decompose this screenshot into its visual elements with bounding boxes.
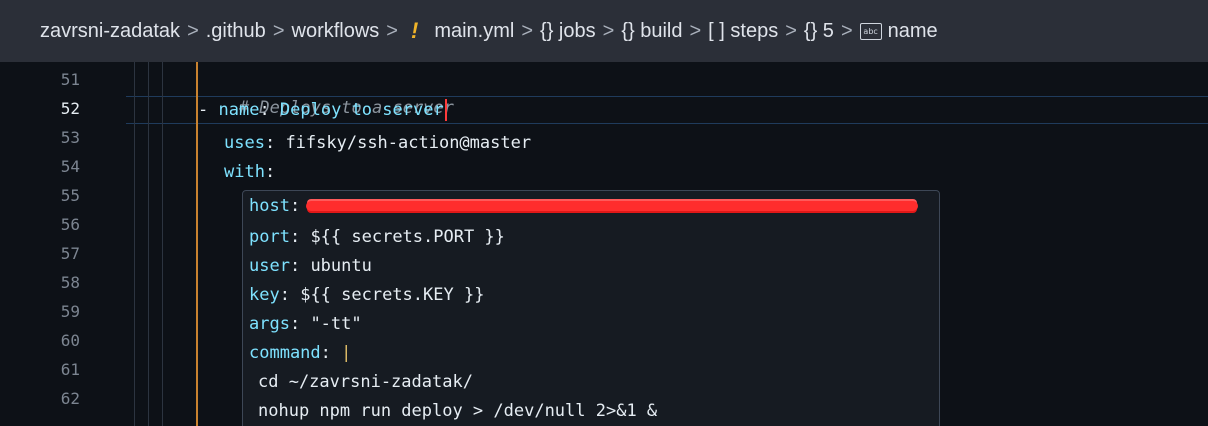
- command-text: nohup npm run deploy > /dev/null 2>&1 &: [258, 401, 658, 421]
- yaml-key-key: key: [249, 285, 280, 305]
- breadcrumb-node-steps[interactable]: [ ] steps: [708, 20, 778, 43]
- breadcrumb-node-name[interactable]: abc name: [859, 19, 938, 43]
- yaml-key-user: user: [249, 256, 290, 276]
- yaml-key-name: name: [218, 100, 260, 120]
- breadcrumb-node-5[interactable]: {} 5: [804, 20, 834, 43]
- yaml-value-name: Deploy to server: [279, 100, 444, 120]
- yaml-colon: :: [289, 314, 311, 334]
- line-number-current: 52: [60, 99, 80, 118]
- breadcrumb-folder-github[interactable]: .github: [206, 20, 266, 43]
- popup-line-port: port: ${{ secrets.PORT }}: [249, 223, 505, 252]
- line-number: 60: [60, 331, 80, 350]
- line-number: 54: [60, 157, 80, 176]
- breadcrumb-folder-workflows[interactable]: workflows: [292, 20, 380, 43]
- yaml-key-with: with: [224, 162, 265, 182]
- popup-line-host: host:: [249, 192, 919, 221]
- breadcrumb-node-build[interactable]: {} build: [621, 20, 682, 43]
- yaml-block-indicator: |: [341, 343, 352, 363]
- code-editor[interactable]: zavrsni-zadatak > .github > workflows > …: [0, 0, 1208, 426]
- yaml-colon: :: [320, 343, 342, 363]
- popup-line-args: args: "-tt": [249, 310, 362, 339]
- breadcrumb-node-jobs[interactable]: {} jobs: [540, 20, 596, 43]
- chevron-right-icon: >: [602, 19, 615, 42]
- popup-line-cmd1: cd ~/zavrsni-zadatak/: [258, 368, 473, 397]
- chevron-right-icon: >: [785, 19, 797, 42]
- indent-guide: [148, 62, 149, 426]
- chevron-right-icon: >: [187, 19, 199, 42]
- yaml-value-key: ${{ secrets.KEY }}: [300, 285, 485, 305]
- yaml-file-icon: !: [410, 18, 419, 43]
- line-number: 58: [60, 273, 80, 292]
- redaction-scribble: [306, 201, 919, 211]
- yaml-value-uses: fifsky/ssh-action@master: [285, 133, 532, 153]
- yaml-colon: :: [289, 227, 311, 247]
- yaml-key-args: args: [249, 314, 290, 334]
- breadcrumb-file[interactable]: ! main.yml: [405, 18, 514, 44]
- line-number: 55: [60, 186, 80, 205]
- popup-line-cmd2: nohup npm run deploy > /dev/null 2>&1 &: [258, 397, 657, 426]
- line-number: 51: [60, 70, 80, 89]
- list-dash: -: [198, 100, 219, 120]
- indent-guide: [162, 62, 163, 426]
- breadcrumb-project[interactable]: zavrsni-zadatak: [40, 20, 180, 43]
- popup-line-command: command: |: [249, 339, 351, 368]
- yaml-colon: :: [279, 285, 301, 305]
- text-cursor: [444, 99, 447, 121]
- chevron-right-icon: >: [840, 19, 853, 42]
- line-number: 56: [60, 215, 80, 234]
- string-property-icon: abc: [859, 22, 882, 40]
- popup-line-user: user: ubuntu: [249, 252, 372, 281]
- line-number: 61: [60, 360, 80, 379]
- yaml-value-args: "-tt": [310, 314, 362, 334]
- yaml-colon: :: [264, 133, 286, 153]
- yaml-key-command: command: [249, 343, 321, 363]
- line-number: 57: [60, 244, 80, 263]
- chevron-right-icon: >: [521, 19, 534, 42]
- yaml-value-port: ${{ secrets.PORT }}: [310, 227, 505, 247]
- command-text: cd ~/zavrsni-zadatak/: [258, 372, 473, 392]
- breadcrumb-file-label: main.yml: [434, 19, 515, 42]
- chevron-right-icon: >: [386, 19, 398, 42]
- yaml-colon: :: [259, 100, 280, 120]
- popup-line-key: key: ${{ secrets.KEY }}: [249, 281, 484, 310]
- yaml-colon: :: [264, 162, 276, 182]
- chevron-right-icon: >: [689, 19, 702, 42]
- line-number-gutter: 51 52 53 54 55 56 57 58 59 60 61 62: [0, 62, 124, 426]
- line-number: 59: [60, 302, 80, 321]
- breadcrumb-node-name-label: name: [887, 19, 938, 42]
- yaml-value-user: ubuntu: [310, 256, 372, 276]
- chevron-right-icon: >: [272, 19, 285, 42]
- code-line-name[interactable]: - name: Deploy to server: [198, 96, 447, 124]
- hover-preview-panel: host: port: ${{ secrets.PORT }} user: ub…: [242, 190, 940, 426]
- code-line-uses[interactable]: uses: fifsky/ssh-action@master: [224, 129, 531, 157]
- yaml-key-uses: uses: [224, 133, 265, 153]
- yaml-colon: :: [289, 256, 311, 276]
- indent-guide: [134, 62, 135, 426]
- yaml-key-port: port: [249, 227, 290, 247]
- line-number: 62: [60, 389, 80, 408]
- code-line-with[interactable]: with:: [224, 158, 275, 186]
- yaml-key-host: host: [249, 196, 290, 216]
- line-number: 53: [60, 128, 80, 147]
- code-line-comment[interactable]: # Deploys to a server: [198, 66, 454, 118]
- yaml-colon: :: [289, 196, 301, 216]
- breadcrumb: zavrsni-zadatak > .github > workflows > …: [0, 0, 1208, 62]
